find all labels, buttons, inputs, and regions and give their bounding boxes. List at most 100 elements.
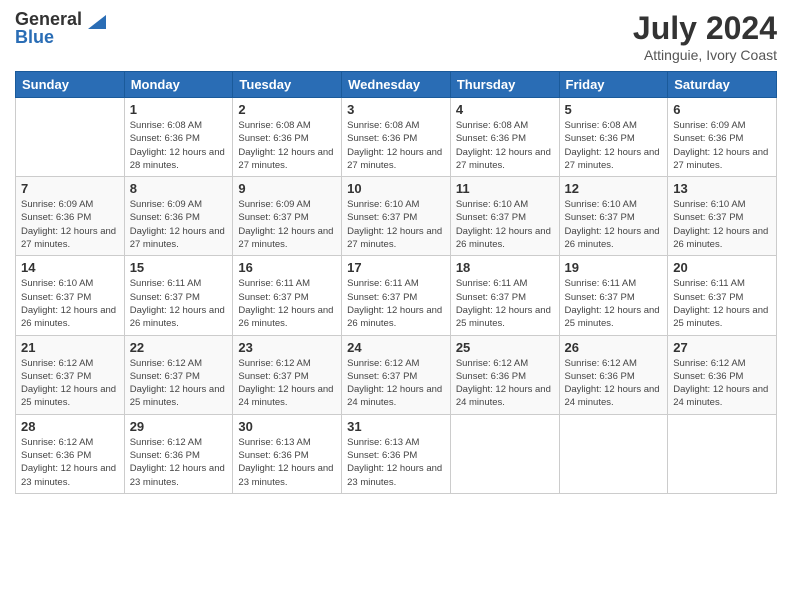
title-block: July 2024 Attinguie, Ivory Coast: [633, 10, 777, 63]
table-row: 3 Sunrise: 6:08 AMSunset: 6:36 PMDaylight…: [342, 98, 451, 177]
day-number: 22: [130, 340, 228, 355]
day-number: 24: [347, 340, 445, 355]
table-row: 7 Sunrise: 6:09 AMSunset: 6:36 PMDaylight…: [16, 177, 125, 256]
day-info: Sunrise: 6:08 AMSunset: 6:36 PMDaylight:…: [347, 119, 445, 172]
day-info: Sunrise: 6:12 AMSunset: 6:36 PMDaylight:…: [21, 436, 119, 489]
table-row: 25Sunrise: 6:12 AMSunset: 6:36 PMDayligh…: [450, 335, 559, 414]
day-info: Sunrise: 6:11 AMSunset: 6:37 PMDaylight:…: [456, 277, 554, 330]
table-row: 18Sunrise: 6:11 AMSunset: 6:37 PMDayligh…: [450, 256, 559, 335]
day-info: Sunrise: 6:09 AMSunset: 6:36 PMDaylight:…: [673, 119, 771, 172]
table-row: 23 Sunrise: 6:12 AMSunset: 6:37 PMDayligh…: [233, 335, 342, 414]
table-row: 17 Sunrise: 6:11 AMSunset: 6:37 PMDayligh…: [342, 256, 451, 335]
day-number: 19: [565, 260, 663, 275]
table-row: 28 Sunrise: 6:12 AMSunset: 6:36 PMDayligh…: [16, 414, 125, 493]
table-row: [668, 414, 777, 493]
day-number: 6: [673, 102, 771, 117]
day-info: Sunrise: 6:12 AMSunset: 6:37 PMDaylight:…: [130, 357, 228, 410]
day-number: 3: [347, 102, 445, 117]
table-row: 16 Sunrise: 6:11 AMSunset: 6:37 PMDayligh…: [233, 256, 342, 335]
table-row: 22 Sunrise: 6:12 AMSunset: 6:37 PMDayligh…: [124, 335, 233, 414]
day-number: 28: [21, 419, 119, 434]
day-number: 15: [130, 260, 228, 275]
day-info: Sunrise: 6:11 AMSunset: 6:37 PMDaylight:…: [238, 277, 336, 330]
day-number: 9: [238, 181, 336, 196]
day-number: 17: [347, 260, 445, 275]
day-info: Sunrise: 6:09 AMSunset: 6:36 PMDaylight:…: [130, 198, 228, 251]
day-number: 11: [456, 181, 554, 196]
day-info: Sunrise: 6:13 AMSunset: 6:36 PMDaylight:…: [238, 436, 336, 489]
logo-icon: [84, 11, 106, 29]
table-row: 31Sunrise: 6:13 AMSunset: 6:36 PMDayligh…: [342, 414, 451, 493]
day-info: Sunrise: 6:09 AMSunset: 6:36 PMDaylight:…: [21, 198, 119, 251]
day-number: 10: [347, 181, 445, 196]
day-info: Sunrise: 6:12 AMSunset: 6:36 PMDaylight:…: [673, 357, 771, 410]
table-row: 1Sunrise: 6:08 AMSunset: 6:36 PMDaylight…: [124, 98, 233, 177]
day-number: 7: [21, 181, 119, 196]
day-number: 30: [238, 419, 336, 434]
day-number: 20: [673, 260, 771, 275]
table-row: [16, 98, 125, 177]
table-row: 19 Sunrise: 6:11 AMSunset: 6:37 PMDayligh…: [559, 256, 668, 335]
day-number: 1: [130, 102, 228, 117]
day-number: 25: [456, 340, 554, 355]
header-thursday: Thursday: [450, 72, 559, 98]
day-number: 5: [565, 102, 663, 117]
location: Attinguie, Ivory Coast: [633, 47, 777, 63]
page: General Blue July 2024 Attinguie, Ivory …: [0, 0, 792, 612]
day-number: 16: [238, 260, 336, 275]
calendar-week-1: 1 Sunrise: 6:08 AMSunset: 6:36 PMDaylight…: [16, 98, 777, 177]
day-info: Sunrise: 6:13 AMSunset: 6:36 PMDaylight:…: [347, 436, 445, 489]
day-number: 29: [130, 419, 228, 434]
day-number: 21: [21, 340, 119, 355]
table-row: [450, 414, 559, 493]
table-row: 11 Sunrise: 6:10 AMSunset: 6:37 PMDayligh…: [450, 177, 559, 256]
month-year: July 2024: [633, 10, 777, 47]
calendar-week-4: 21 Sunrise: 6:12 AMSunset: 6:37 PMDayligh…: [16, 335, 777, 414]
day-number: 13: [673, 181, 771, 196]
table-row: 24 Sunrise: 6:12 AMSunset: 6:37 PMDayligh…: [342, 335, 451, 414]
table-row: 10 Sunrise: 6:10 AMSunset: 6:37 PMDayligh…: [342, 177, 451, 256]
table-row: 27Sunrise: 6:12 AMSunset: 6:36 PMDayligh…: [668, 335, 777, 414]
day-info: Sunrise: 6:10 AMSunset: 6:37 PMDaylight:…: [21, 277, 119, 330]
header-monday: Monday: [124, 72, 233, 98]
table-row: 21 Sunrise: 6:12 AMSunset: 6:37 PMDayligh…: [16, 335, 125, 414]
day-number: 12: [565, 181, 663, 196]
day-info: Sunrise: 6:12 AMSunset: 6:37 PMDaylight:…: [238, 357, 336, 410]
day-number: 8: [130, 181, 228, 196]
calendar-week-3: 14Sunrise: 6:10 AMSunset: 6:37 PMDayligh…: [16, 256, 777, 335]
calendar-week-5: 28 Sunrise: 6:12 AMSunset: 6:36 PMDayligh…: [16, 414, 777, 493]
table-row: 8 Sunrise: 6:09 AMSunset: 6:36 PMDaylight…: [124, 177, 233, 256]
calendar-week-2: 7 Sunrise: 6:09 AMSunset: 6:36 PMDaylight…: [16, 177, 777, 256]
table-row: 6 Sunrise: 6:09 AMSunset: 6:36 PMDaylight…: [668, 98, 777, 177]
day-number: 2: [238, 102, 336, 117]
day-info: Sunrise: 6:12 AMSunset: 6:37 PMDaylight:…: [21, 357, 119, 410]
day-info: Sunrise: 6:12 AMSunset: 6:36 PMDaylight:…: [130, 436, 228, 489]
day-info: Sunrise: 6:10 AMSunset: 6:37 PMDaylight:…: [565, 198, 663, 251]
day-info: Sunrise: 6:08 AMSunset: 6:36 PMDaylight:…: [238, 119, 336, 172]
table-row: 26 Sunrise: 6:12 AMSunset: 6:36 PMDayligh…: [559, 335, 668, 414]
table-row: 20Sunrise: 6:11 AMSunset: 6:37 PMDayligh…: [668, 256, 777, 335]
table-row: 15Sunrise: 6:11 AMSunset: 6:37 PMDayligh…: [124, 256, 233, 335]
day-info: Sunrise: 6:12 AMSunset: 6:36 PMDaylight:…: [565, 357, 663, 410]
day-number: 4: [456, 102, 554, 117]
logo: General Blue: [15, 10, 106, 48]
header-wednesday: Wednesday: [342, 72, 451, 98]
header: General Blue July 2024 Attinguie, Ivory …: [15, 10, 777, 63]
table-row: 2 Sunrise: 6:08 AMSunset: 6:36 PMDaylight…: [233, 98, 342, 177]
day-info: Sunrise: 6:10 AMSunset: 6:37 PMDaylight:…: [347, 198, 445, 251]
table-row: 13 Sunrise: 6:10 AMSunset: 6:37 PMDayligh…: [668, 177, 777, 256]
day-info: Sunrise: 6:08 AMSunset: 6:36 PMDaylight:…: [565, 119, 663, 172]
day-number: 23: [238, 340, 336, 355]
calendar-header-row: Sunday Monday Tuesday Wednesday Thursday…: [16, 72, 777, 98]
header-friday: Friday: [559, 72, 668, 98]
day-info: Sunrise: 6:11 AMSunset: 6:37 PMDaylight:…: [347, 277, 445, 330]
day-info: Sunrise: 6:10 AMSunset: 6:37 PMDaylight:…: [673, 198, 771, 251]
day-info: Sunrise: 6:10 AMSunset: 6:37 PMDaylight:…: [456, 198, 554, 251]
header-sunday: Sunday: [16, 72, 125, 98]
logo-blue: Blue: [15, 28, 54, 48]
day-info: Sunrise: 6:12 AMSunset: 6:37 PMDaylight:…: [347, 357, 445, 410]
header-saturday: Saturday: [668, 72, 777, 98]
day-info: Sunrise: 6:11 AMSunset: 6:37 PMDaylight:…: [565, 277, 663, 330]
table-row: [559, 414, 668, 493]
day-number: 26: [565, 340, 663, 355]
